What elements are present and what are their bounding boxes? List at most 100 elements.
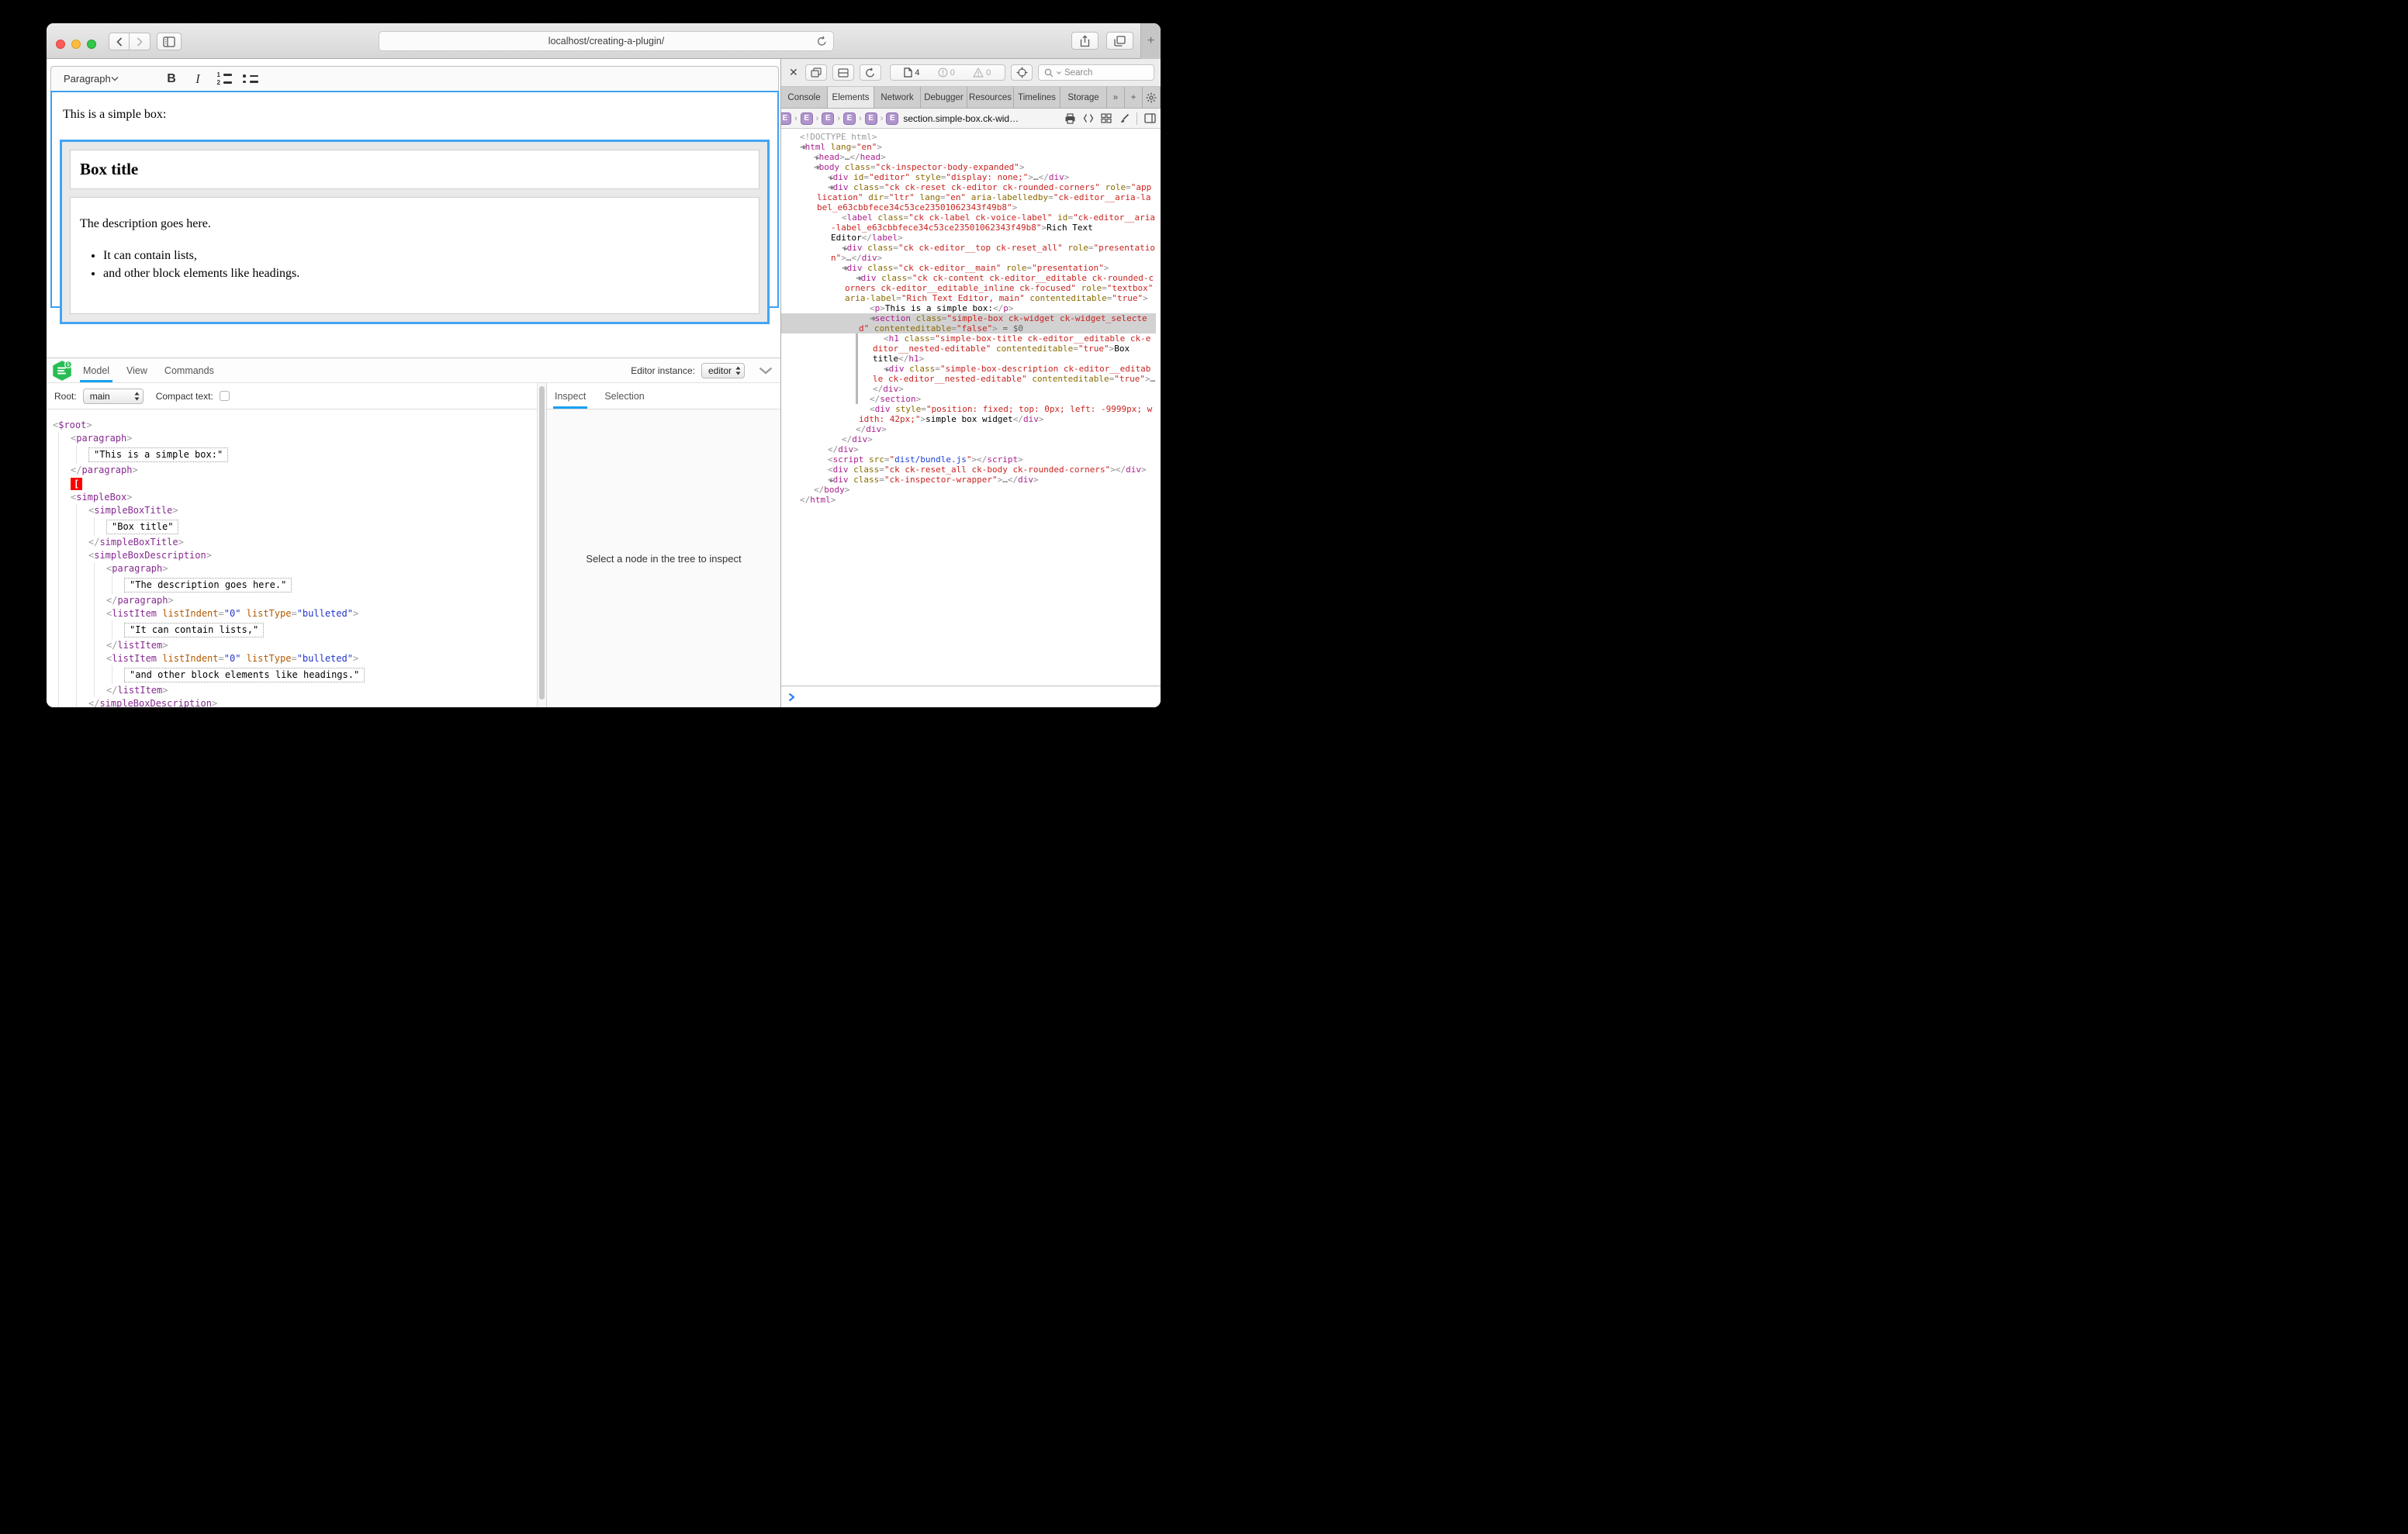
dom-node[interactable]: ▶<div class="ck ck-editor__top ck-reset_… [781, 243, 1156, 263]
element-crumb-badge[interactable]: E [886, 112, 898, 125]
model-text-node[interactable]: "It can contain lists," [124, 620, 546, 639]
model-element-close[interactable]: </simpleBoxDescription> [88, 697, 546, 707]
tab-overview-button[interactable] [1106, 32, 1133, 50]
tab-inspect[interactable]: Inspect [555, 383, 586, 409]
model-tree[interactable]: <$root><paragraph>"This is a simple box:… [47, 409, 546, 707]
devtools-tab-resources[interactable]: Resources [967, 87, 1014, 108]
model-text-value[interactable]: "Box title" [106, 520, 178, 534]
paragraph-style-dropdown[interactable]: Paragraph [59, 70, 158, 88]
root-select[interactable]: main [83, 389, 144, 404]
search-input[interactable]: Search [1038, 64, 1154, 81]
dom-node[interactable]: ▼<body class="ck-inspector-body-expanded… [781, 162, 1156, 172]
model-element-close[interactable]: </listItem> [106, 639, 546, 652]
model-element-close[interactable]: </paragraph> [71, 464, 546, 477]
list-item[interactable]: It can contain lists, [103, 248, 749, 263]
dom-node[interactable]: <h1 class="simple-box-title ck-editor__e… [781, 333, 1156, 364]
model-element-open[interactable]: <simpleBoxDescription> [88, 549, 546, 562]
model-text-value[interactable]: "This is a simple box:" [88, 447, 228, 462]
editor-editable-area[interactable]: This is a simple box: Box title The desc… [50, 91, 779, 308]
devtools-tab-debugger[interactable]: Debugger [921, 87, 967, 108]
tab-commands[interactable]: Commands [164, 358, 214, 382]
close-inspector-button[interactable]: ✕ [787, 66, 800, 79]
model-text-value[interactable]: "and other block elements like headings.… [124, 668, 365, 682]
sidebar-toggle-button[interactable] [157, 33, 182, 50]
model-text-value[interactable]: "It can contain lists," [124, 623, 264, 637]
dock-bottom-button[interactable] [832, 64, 854, 81]
dom-node[interactable]: </div> [781, 424, 1156, 434]
dom-tree[interactable]: <!DOCTYPE html>▼<html lang="en">▶<head>…… [781, 129, 1161, 686]
devtools-tab-network[interactable]: Network [874, 87, 921, 108]
dom-node[interactable]: </section> [781, 394, 1156, 404]
collapse-arrow-icon[interactable]: ▼ [819, 183, 834, 193]
italic-button[interactable]: I [185, 69, 211, 89]
new-tab-button[interactable]: + [1140, 23, 1161, 59]
dom-node[interactable]: ▼<div class="ck ck-editor__main" role="p… [781, 263, 1156, 273]
simple-box-title[interactable]: Box title [70, 150, 759, 189]
details-sidebar-icon[interactable] [1144, 113, 1156, 123]
model-text-node[interactable]: "The description goes here." [124, 575, 546, 594]
devtools-tab-elements[interactable]: Elements [828, 87, 874, 108]
editor-instance-select[interactable]: editor [701, 363, 745, 378]
dom-node[interactable]: ▶<div class="simple-box-description ck-e… [781, 364, 1156, 394]
model-text-node[interactable]: "and other block elements like headings.… [124, 665, 546, 684]
description-list[interactable]: It can contain lists, and other block ele… [80, 248, 749, 281]
dom-node[interactable]: </div> [781, 434, 1156, 444]
model-tree-scrollbar[interactable] [537, 383, 546, 707]
model-element-open[interactable]: <simpleBox> [71, 491, 546, 504]
model-element-close[interactable]: </listItem> [106, 684, 546, 697]
model-element-open[interactable]: <$root> [53, 419, 546, 432]
forward-button[interactable] [130, 33, 150, 50]
model-text-node[interactable]: "This is a simple box:" [88, 445, 546, 464]
numbered-list-button[interactable]: 1 2 [211, 69, 237, 89]
model-element-open[interactable]: <paragraph> [71, 432, 546, 445]
element-crumb-badge[interactable]: E [865, 112, 877, 125]
dom-node[interactable]: <div style="position: fixed; top: 0px; l… [781, 404, 1156, 424]
devtools-tab-timelines[interactable]: Timelines [1014, 87, 1060, 108]
element-crumb-badge[interactable]: E [822, 112, 834, 125]
scrollbar-thumb[interactable] [539, 386, 545, 700]
dom-node[interactable]: </div> [781, 444, 1156, 454]
model-element-open[interactable]: <listItem listIndent="0" listType="bulle… [106, 607, 546, 620]
share-button[interactable] [1071, 32, 1098, 50]
simple-box-widget[interactable]: Box title The description goes here. It … [60, 140, 770, 324]
editor-paragraph[interactable]: This is a simple box: [63, 108, 766, 122]
address-bar[interactable]: localhost/creating-a-plugin/ [379, 31, 834, 51]
simple-box-description[interactable]: The description goes here. It can contai… [70, 197, 759, 314]
dom-node[interactable]: <label class="ck ck-label ck-voice-label… [781, 212, 1156, 243]
layout-grid-icon[interactable] [1101, 113, 1112, 123]
collapse-inspector-button[interactable] [759, 367, 773, 375]
source-code-icon[interactable] [1083, 113, 1094, 123]
dom-node-selected[interactable]: ▼<section class="simple-box ck-widget ck… [781, 313, 1156, 333]
expand-arrow-icon[interactable]: ▶ [833, 244, 848, 254]
reload-page-button[interactable] [860, 64, 881, 81]
compact-text-checkbox[interactable] [220, 391, 230, 401]
styles-brush-icon[interactable] [1119, 113, 1130, 124]
dom-node[interactable]: </html> [781, 495, 1156, 505]
close-window-button[interactable] [56, 40, 65, 49]
model-element-open[interactable]: <paragraph> [106, 562, 546, 575]
tab-model[interactable]: Model [83, 358, 109, 382]
dom-node[interactable]: ▼<div class="ck ck-reset ck-editor ck-ro… [781, 182, 1156, 212]
devtools-tab-console[interactable]: Console [781, 87, 828, 108]
element-picker-button[interactable] [1011, 64, 1033, 81]
model-element-open[interactable]: <simpleBoxTitle> [88, 504, 546, 517]
expand-arrow-icon[interactable]: ▶ [875, 364, 890, 375]
dom-node[interactable]: ▼<html lang="en"> [781, 142, 1156, 152]
more-tabs-button[interactable]: » [1107, 87, 1125, 108]
description-paragraph[interactable]: The description goes here. [80, 217, 749, 231]
issues-summary[interactable]: 4 0 0 [890, 64, 1005, 81]
dock-side-button[interactable] [805, 64, 827, 81]
element-crumb-badge[interactable]: E [843, 112, 856, 125]
dom-node[interactable]: <p>This is a simple box:</p> [781, 303, 1156, 313]
add-tab-button[interactable]: + [1125, 87, 1143, 108]
dom-node[interactable]: ▶<div class="ck-inspector-wrapper">…</di… [781, 475, 1156, 485]
tab-selection[interactable]: Selection [604, 383, 644, 409]
tab-view[interactable]: View [126, 358, 147, 382]
minimize-window-button[interactable] [71, 40, 81, 49]
element-crumb-badge[interactable]: E [781, 112, 791, 125]
dom-node[interactable]: <!DOCTYPE html> [781, 132, 1156, 142]
zoom-window-button[interactable] [87, 40, 96, 49]
dom-node[interactable]: ▶<head>…</head> [781, 152, 1156, 162]
list-item[interactable]: and other block elements like headings. [103, 266, 749, 281]
selection-marker[interactable]: [ [71, 477, 546, 491]
